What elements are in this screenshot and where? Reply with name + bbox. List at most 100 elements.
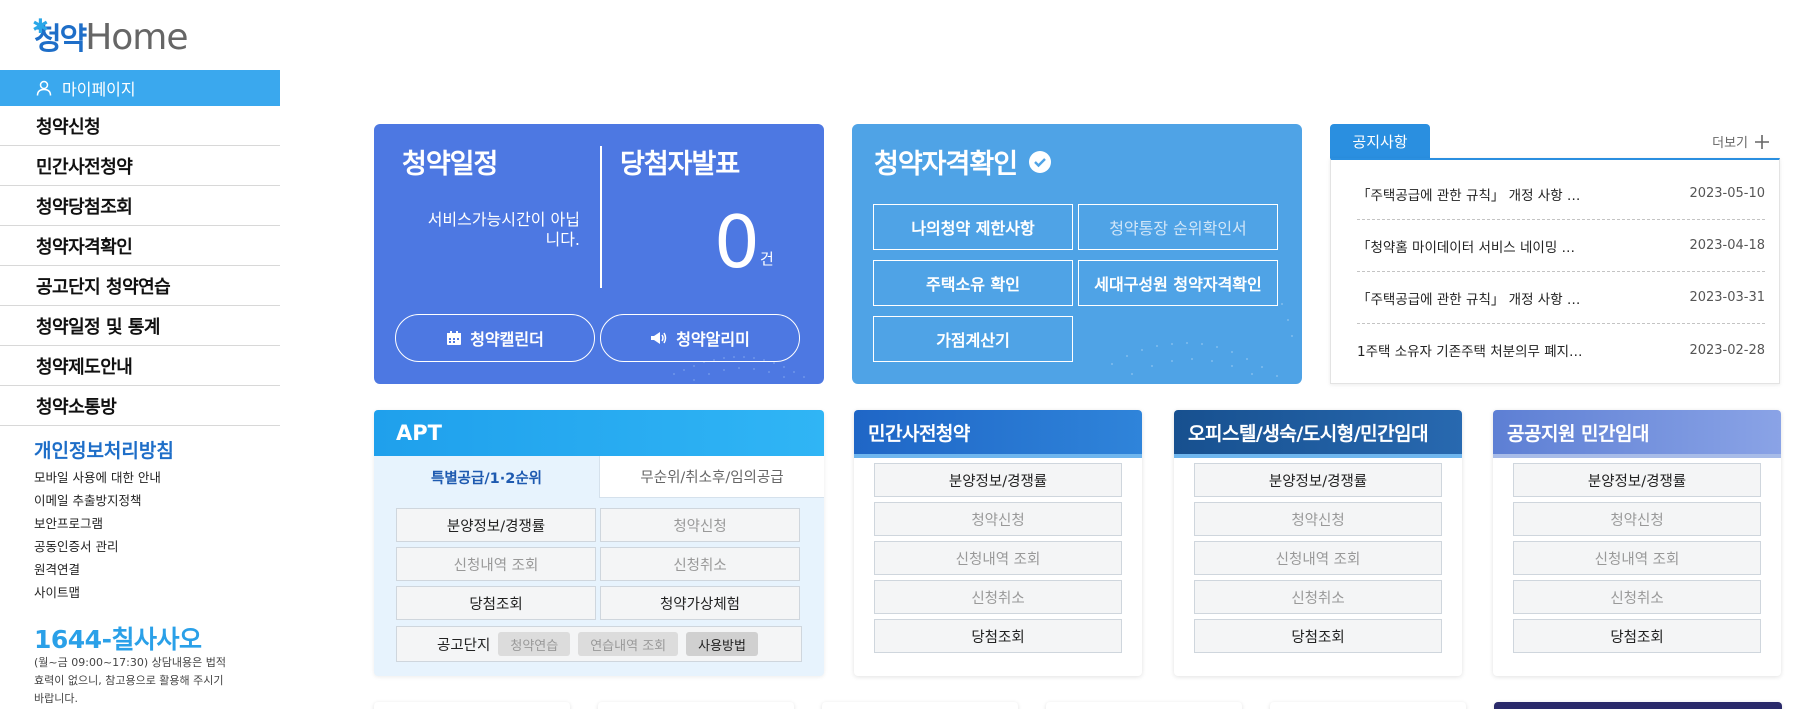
apt-header: APT — [374, 410, 824, 456]
apt-virtual-button[interactable]: 청약가상체험 — [600, 586, 800, 620]
logo-star-icon: ✱ — [32, 14, 49, 38]
link-sitemap[interactable]: 사이트맵 — [34, 581, 161, 604]
winner-title: 당첨자발표 — [620, 149, 740, 180]
pp-sale-info-button[interactable]: 분양정보/경쟁률 — [874, 463, 1122, 497]
link-email-policy[interactable]: 이메일 추출방지정책 — [34, 489, 161, 512]
next-row-card — [1046, 702, 1242, 709]
apt-apply-button[interactable]: 청약신청 — [600, 508, 800, 542]
plus-icon — [1755, 134, 1769, 149]
apt-card: APT 특별공급/1·2순위 무순위/취소후/임의공급 분양정보/경쟁률 청약신… — [374, 410, 824, 676]
winner-count-unit: 건 — [760, 250, 774, 268]
pp-apply-button[interactable]: 청약신청 — [874, 502, 1122, 536]
pp-cancel-button[interactable]: 신청취소 — [874, 580, 1122, 614]
link-security-program[interactable]: 보안프로그램 — [34, 512, 161, 535]
nav-item-community[interactable]: 청약소통방 — [0, 386, 280, 426]
notice-list: 「주택공급에 관한 규칙」 개정 사항 … 2023-05-10 「청약홈 마이… — [1330, 158, 1780, 384]
schedule-card: 청약일정 당첨자발표 서비스가능시간이 아닙니다. 0 건 청약캘린더 청약알리… — [374, 124, 824, 384]
nav-item-practice[interactable]: 공고단지 청약연습 — [0, 266, 280, 306]
calendar-button-label: 청약캘린더 — [470, 330, 544, 349]
practice-history-chip[interactable]: 연습내역 조회 — [578, 632, 679, 656]
public-rental-header: 공공지원 민간임대 — [1493, 410, 1781, 454]
schedule-title: 청약일정 — [402, 149, 498, 180]
private-pre-card: 민간사전청약 분양정보/경쟁률 청약신청 신청내역 조회 신청취소 당첨조회 — [854, 410, 1142, 676]
account-rank-button[interactable]: 청약통장 순위확인서 — [1078, 204, 1278, 250]
of-cancel-button[interactable]: 신청취소 — [1194, 580, 1442, 614]
nav-item-winner-check[interactable]: 청약당첨조회 — [0, 186, 280, 226]
notice-item[interactable]: 「주택공급에 관한 규칙」 개정 사항 … 2023-03-31 — [1357, 272, 1765, 324]
header-stripe — [1174, 454, 1462, 458]
how-to-chip[interactable]: 사용방법 — [686, 632, 758, 656]
mypage-label: 마이페이지 — [62, 80, 136, 99]
qualification-title: 청약자격확인 — [874, 142, 1052, 181]
check-circle-icon — [1029, 150, 1052, 173]
next-row-card — [1270, 702, 1466, 709]
officetel-card: 오피스텔/생숙/도시형/민간임대 분양정보/경쟁률 청약신청 신청내역 조회 신… — [1174, 410, 1462, 676]
pp-history-button[interactable]: 신청내역 조회 — [874, 541, 1122, 575]
next-row-card — [1494, 702, 1782, 709]
notice-date: 2023-02-28 — [1689, 342, 1765, 358]
tab-unranked-supply[interactable]: 무순위/취소후/임의공급 — [599, 456, 824, 498]
person-icon — [36, 80, 52, 96]
my-restrictions-button[interactable]: 나의청약 제한사항 — [873, 204, 1073, 250]
pr-apply-button[interactable]: 청약신청 — [1513, 502, 1761, 536]
privacy-policy-link[interactable]: 개인정보처리방침 — [34, 436, 174, 463]
logo-english: Home — [85, 17, 188, 58]
household-qualification-button[interactable]: 세대구성원 청약자격확인 — [1078, 260, 1278, 306]
private-pre-header: 민간사전청약 — [854, 410, 1142, 454]
apt-gongo-row: 공고단지 청약연습 연습내역 조회 사용방법 — [396, 626, 802, 662]
pr-cancel-button[interactable]: 신청취소 — [1513, 580, 1761, 614]
alarm-button[interactable]: 청약알리미 — [600, 314, 800, 362]
apt-history-button[interactable]: 신청내역 조회 — [396, 547, 596, 581]
link-remote[interactable]: 원격연결 — [34, 558, 161, 581]
nav-item-schedule-stats[interactable]: 청약일정 및 통계 — [0, 306, 280, 346]
nav-item-private-pre[interactable]: 민간사전청약 — [0, 146, 280, 186]
service-message: 서비스가능시간이 아닙니다. — [427, 210, 580, 249]
apt-cancel-button[interactable]: 신청취소 — [600, 547, 800, 581]
next-row-card — [598, 702, 794, 709]
apt-sale-info-button[interactable]: 분양정보/경쟁률 — [396, 508, 596, 542]
nav-item-apply[interactable]: 청약신청 — [0, 106, 280, 146]
notice-date: 2023-04-18 — [1689, 238, 1765, 253]
notice-tab[interactable]: 공지사항 — [1330, 124, 1430, 158]
notice-item[interactable]: 「청약홈 마이데이터 서비스 네이밍 … 2023-04-18 — [1357, 220, 1765, 272]
next-row-card — [374, 702, 570, 709]
qualification-title-text: 청약자격확인 — [874, 149, 1018, 180]
header-stripe — [1493, 454, 1781, 458]
mypage-link[interactable]: 마이페이지 — [0, 70, 280, 106]
link-mobile-guide[interactable]: 모바일 사용에 대한 안내 — [34, 466, 161, 489]
notice-item[interactable]: 「주택공급에 관한 규칙」 개정 사항 … 2023-05-10 — [1357, 168, 1765, 220]
public-rental-card: 공공지원 민간임대 분양정보/경쟁률 청약신청 신청내역 조회 신청취소 당첨조… — [1493, 410, 1781, 676]
pr-winner-button[interactable]: 당첨조회 — [1513, 619, 1761, 653]
house-ownership-button[interactable]: 주택소유 확인 — [873, 260, 1073, 306]
pp-winner-button[interactable]: 당첨조회 — [874, 619, 1122, 653]
notice-item[interactable]: 1주택 소유자 기존주택 처분의무 폐지… 2023-02-28 — [1357, 324, 1765, 376]
next-row-card — [822, 702, 1018, 709]
alarm-button-label: 청약알리미 — [676, 330, 750, 349]
apt-winner-button[interactable]: 당첨조회 — [396, 586, 596, 620]
calendar-icon — [447, 331, 462, 345]
practice-chip[interactable]: 청약연습 — [498, 632, 571, 656]
pr-sale-info-button[interactable]: 분양정보/경쟁률 — [1513, 463, 1761, 497]
of-history-button[interactable]: 신청내역 조회 — [1194, 541, 1442, 575]
more-label: 더보기 — [1712, 136, 1748, 151]
sidebar: ✱ 청약 Home 마이페이지 청약신청 민간사전청약 청약당첨조회 청약자격확… — [0, 0, 280, 709]
nav-item-system-guide[interactable]: 청약제도안내 — [0, 346, 280, 386]
of-apply-button[interactable]: 청약신청 — [1194, 502, 1442, 536]
tab-special-supply[interactable]: 특별공급/1·2순위 — [374, 456, 599, 498]
pr-history-button[interactable]: 신청내역 조회 — [1513, 541, 1761, 575]
support-phone: 1644-칠사사오 — [34, 625, 202, 654]
site-logo[interactable]: ✱ 청약 Home — [32, 14, 189, 58]
notice-more-link[interactable]: 더보기 — [1712, 132, 1770, 151]
policy-links: 모바일 사용에 대한 안내 이메일 추출방지정책 보안프로그램 공동인증서 관리… — [34, 466, 161, 604]
qualification-card: 청약자격확인 나의청약 제한사항 청약통장 순위확인서 주택소유 확인 세대구성… — [852, 124, 1302, 384]
nav-item-qualification[interactable]: 청약자격확인 — [0, 226, 280, 266]
score-calculator-button[interactable]: 가점계산기 — [873, 316, 1073, 362]
gongo-label: 공고단지 — [437, 637, 491, 654]
card-divider — [600, 146, 602, 288]
notice-panel: 공지사항 더보기 「주택공급에 관한 규칙」 개정 사항 … 2023-05-1… — [1330, 124, 1780, 384]
notice-title: 「청약홈 마이데이터 서비스 네이밍 … — [1357, 239, 1576, 256]
calendar-button[interactable]: 청약캘린더 — [395, 314, 595, 362]
of-sale-info-button[interactable]: 분양정보/경쟁률 — [1194, 463, 1442, 497]
link-certificate[interactable]: 공동인증서 관리 — [34, 535, 161, 558]
of-winner-button[interactable]: 당첨조회 — [1194, 619, 1442, 653]
